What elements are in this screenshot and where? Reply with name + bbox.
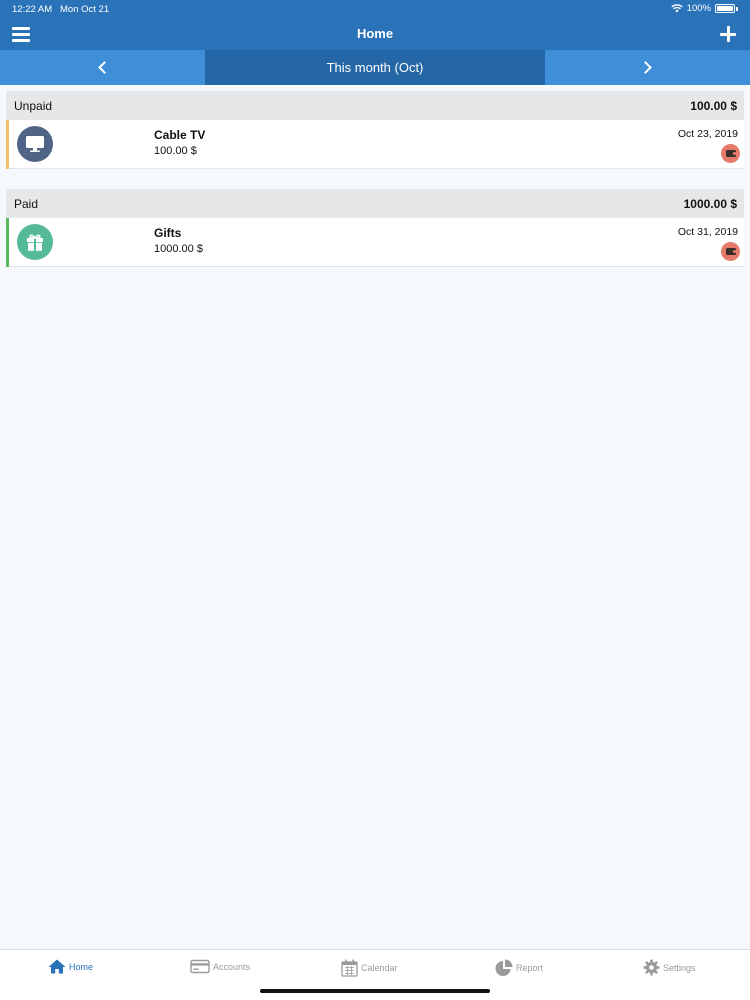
calendar-icon — [341, 959, 358, 977]
wallet-icon — [721, 242, 740, 261]
chevron-left-icon — [98, 61, 111, 74]
tv-icon — [17, 126, 53, 162]
status-time: 12:22 AM — [12, 4, 53, 15]
paid-accent-bar — [6, 218, 9, 267]
tab-accounts[interactable]: Accounts — [190, 959, 250, 974]
bill-row[interactable]: Cable TV 100.00 $ Oct 23, 2019 — [6, 120, 744, 169]
bill-amount: 1000.00 $ — [154, 243, 203, 255]
period-selector: This month (Oct) — [0, 50, 750, 85]
tab-label: Settings — [663, 962, 696, 973]
bill-name: Gifts — [154, 226, 182, 240]
paid-section: Paid 1000.00 $ Gifts 1000.00 $ Oct 31, 2… — [6, 189, 744, 267]
battery-percent: 100% — [686, 3, 711, 14]
wifi-icon — [671, 4, 683, 13]
wallet-icon — [721, 144, 740, 163]
home-icon — [48, 959, 66, 974]
status-bar: 12:22 AM Mon Oct 21 100% — [0, 0, 750, 18]
section-total: 100.00 $ — [690, 98, 737, 113]
tab-label: Calendar — [361, 963, 398, 973]
status-indicators: 100% — [671, 3, 738, 14]
status-date: Mon Oct 21 — [60, 4, 110, 15]
tab-label: Accounts — [213, 961, 251, 972]
section-total: 1000.00 $ — [683, 196, 737, 211]
tab-settings[interactable]: Settings — [643, 959, 696, 976]
tab-label: Report — [516, 963, 544, 973]
bill-date: Oct 23, 2019 — [677, 128, 738, 140]
bill-amount: 100.00 $ — [154, 145, 197, 157]
tab-report[interactable]: Report — [495, 959, 543, 977]
period-label[interactable]: This month (Oct) — [205, 50, 545, 85]
tab-calendar[interactable]: Calendar — [341, 959, 398, 977]
home-indicator — [260, 989, 490, 993]
section-title: Paid — [14, 196, 39, 211]
tab-home[interactable]: Home — [48, 959, 93, 974]
section-title: Unpaid — [14, 98, 53, 113]
top-bar: 12:22 AM Mon Oct 21 100% Home — [0, 0, 750, 50]
pie-chart-icon — [495, 959, 513, 976]
bill-date: Oct 31, 2019 — [677, 226, 738, 238]
tab-label: Home — [69, 961, 94, 972]
unpaid-section: Unpaid 100.00 $ Cable TV 100.00 $ Oct 23… — [6, 91, 744, 169]
gear-icon — [643, 959, 660, 976]
bill-name: Cable TV — [154, 128, 206, 142]
add-button[interactable] — [720, 26, 736, 42]
page-title: Home — [356, 26, 394, 41]
credit-card-icon — [190, 959, 210, 974]
gift-icon — [17, 224, 53, 260]
section-header: Unpaid 100.00 $ — [6, 91, 744, 120]
previous-period-button[interactable] — [0, 50, 205, 85]
next-period-button[interactable] — [545, 50, 750, 85]
section-header: Paid 1000.00 $ — [6, 189, 744, 218]
battery-tip — [736, 6, 738, 11]
chevron-right-icon — [639, 61, 652, 74]
bill-row[interactable]: Gifts 1000.00 $ Oct 31, 2019 — [6, 218, 744, 267]
battery-icon — [715, 4, 735, 13]
unpaid-accent-bar — [6, 120, 9, 169]
